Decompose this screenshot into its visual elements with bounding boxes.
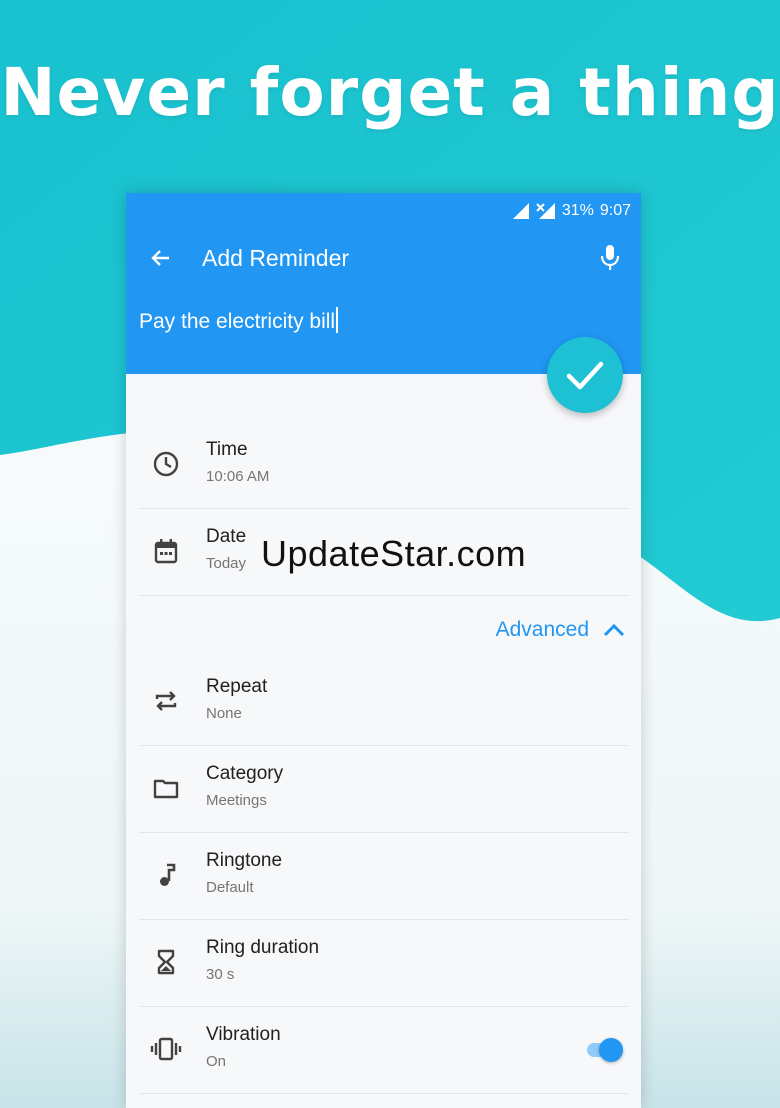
repeat-row[interactable]: Repeat None	[126, 659, 641, 746]
category-label: Category	[206, 763, 284, 784]
hourglass-icon	[150, 946, 182, 978]
watermark-text: UpdateStar.com	[261, 533, 527, 574]
advanced-label: Advanced	[495, 618, 589, 641]
category-row[interactable]: Category Meetings	[126, 746, 641, 833]
advanced-section-toggle[interactable]: Advanced	[496, 618, 625, 642]
date-label: Date	[206, 526, 247, 547]
ringtone-label: Ringtone	[206, 850, 283, 871]
vibration-switch[interactable]	[585, 1035, 625, 1063]
category-value: Meetings	[206, 792, 267, 809]
ring-duration-value: 30 s	[206, 966, 235, 983]
check-icon	[566, 361, 604, 390]
repeat-icon	[150, 685, 182, 717]
microphone-icon	[600, 245, 620, 270]
time-row[interactable]: Time 10:06 AM	[126, 422, 641, 509]
reminder-text-value: Pay the electricity bill	[139, 310, 336, 333]
switch-thumb	[599, 1038, 623, 1062]
music-note-icon	[150, 859, 182, 891]
time-label: Time	[206, 439, 248, 460]
toolbar-title: Add Reminder	[202, 245, 350, 271]
no-signal-icon	[536, 203, 555, 219]
divider	[139, 1093, 629, 1094]
status-bar: 31% 9:07	[512, 201, 631, 221]
ringtone-value: Default	[206, 879, 254, 896]
repeat-label: Repeat	[206, 676, 268, 697]
time-value: 10:06 AM	[206, 468, 270, 485]
reminder-text-input[interactable]: Pay the electricity bill	[139, 307, 339, 334]
ring-duration-row[interactable]: Ring duration 30 s	[126, 920, 641, 1007]
headline: Never forget a thing	[0, 54, 780, 131]
divider	[139, 595, 629, 596]
text-cursor	[336, 307, 339, 333]
vibration-value: On	[206, 1053, 227, 1070]
ringtone-row[interactable]: Ringtone Default	[126, 833, 641, 920]
repeat-value: None	[206, 705, 242, 722]
folder-icon	[150, 772, 182, 804]
chevron-up-icon	[603, 623, 625, 637]
save-reminder-button[interactable]	[547, 337, 623, 413]
status-time: 9:07	[599, 202, 631, 219]
calendar-icon	[150, 535, 182, 567]
vibration-icon	[150, 1033, 182, 1065]
signal-icon	[512, 203, 529, 219]
date-value: Today	[206, 555, 247, 572]
arrow-back-icon	[151, 250, 169, 266]
voice-input-button[interactable]	[595, 243, 625, 273]
vibration-label: Vibration	[206, 1024, 281, 1045]
ring-duration-label: Ring duration	[206, 937, 320, 958]
back-button[interactable]	[146, 243, 176, 273]
phone-screen: 31% 9:07 Add Reminder Pay the electricit…	[126, 193, 641, 1108]
vibration-row[interactable]: Vibration On	[126, 1007, 641, 1094]
battery-level: 31%	[561, 202, 594, 219]
clock-icon	[150, 448, 182, 480]
